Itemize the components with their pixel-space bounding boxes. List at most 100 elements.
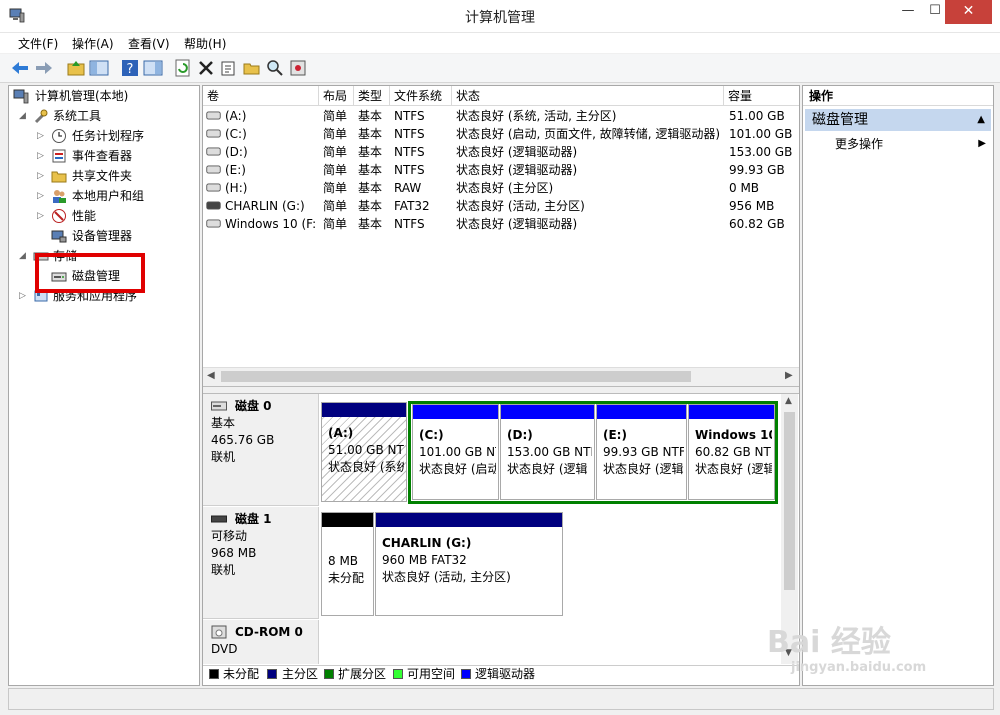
legend-swatch xyxy=(209,669,219,679)
table-row[interactable]: (A:) 简单 基本 NTFS 状态良好 (系统, 活动, 主分区) 51.00 GB xyxy=(203,107,799,125)
volume-drive-icon xyxy=(206,147,221,156)
column-header-status[interactable]: 状态 xyxy=(452,86,724,106)
up-folder-icon[interactable] xyxy=(66,58,86,78)
tree-label: 任务计划程序 xyxy=(72,129,145,143)
collapse-arrow-icon[interactable]: ◢ xyxy=(19,107,29,125)
watermark: Bai 经验 jingyan.baidu.com xyxy=(767,626,987,686)
table-row[interactable]: (C:) 简单 基本 NTFS 状态良好 (启动, 页面文件, 故障转储, 逻辑驱动器)… xyxy=(203,125,799,143)
disk-management-pane: 卷 布局 类型 文件系统 状态 容量 (A:) 简单 基本 NTFS 状态良好 (系统,… xyxy=(202,85,800,686)
partition-a[interactable]: (A:) 51.00 GB NTFS 状态良好 (系统 xyxy=(321,402,407,502)
disk-map: 磁盘 0 基本 465.76 GB 联机 (A:) 51.00 GB NTFS … xyxy=(203,394,781,664)
status-bar xyxy=(8,688,994,710)
disk-1-label[interactable]: 磁盘 1 可移动 968 MB 联机 xyxy=(203,507,319,619)
highlight-annotation xyxy=(35,253,145,293)
table-cell-status: 状态良好 (主分区) xyxy=(456,181,554,195)
disk-0-label[interactable]: 磁盘 0 基本 465.76 GB 联机 xyxy=(203,394,319,506)
expand-arrow-icon[interactable]: ▷ xyxy=(37,127,47,145)
partition-f-text: Windows 10 60.82 GB NTFS 状态良好 (逻辑 xyxy=(695,427,772,478)
navigation-tree: 计算机管理(本地) ◢ 系统工具 ▷ 任务计划程序 ▷ 事件查看器 ▷ 共享文件… xyxy=(8,85,200,686)
scrollbar-thumb[interactable] xyxy=(221,371,691,382)
search-icon[interactable] xyxy=(265,58,285,78)
partition-status: 状态良好 (逻辑 xyxy=(695,462,772,476)
table-cell-volume: (H:) xyxy=(225,181,248,195)
menu-file[interactable]: 文件(F) xyxy=(18,35,58,52)
column-header-volume[interactable]: 卷 xyxy=(203,86,319,106)
scroll-right-icon[interactable]: ▶ xyxy=(785,370,793,381)
settings-icon[interactable] xyxy=(288,58,308,78)
volume-drive-icon xyxy=(206,165,221,174)
scroll-up-icon[interactable]: ▲ xyxy=(785,396,792,406)
table-cell-type: 基本 xyxy=(358,163,383,177)
partition-name: (A:) xyxy=(328,426,354,440)
actions-section-disk-management[interactable]: 磁盘管理 ▲ xyxy=(805,109,991,131)
scroll-left-icon[interactable]: ◀ xyxy=(207,370,215,381)
close-button[interactable]: ✕ xyxy=(945,0,992,24)
partition-e[interactable]: (E:) 99.93 GB NTFS 状态良好 (逻辑 xyxy=(596,404,687,500)
vertical-scrollbar[interactable]: ▲ ▼ xyxy=(781,394,798,664)
logical-drive-bar xyxy=(413,405,498,419)
table-cell-layout: 简单 xyxy=(323,163,348,177)
volume-drive-icon xyxy=(206,201,221,210)
table-row[interactable]: CHARLIN (G:) 简单 基本 FAT32 状态良好 (活动, 主分区) 956 M… xyxy=(203,197,799,215)
table-row[interactable]: (E:) 简单 基本 NTFS 状态良好 (逻辑驱动器) 99.93 GB xyxy=(203,161,799,179)
delete-icon[interactable] xyxy=(196,58,216,78)
table-cell-capacity: 99.93 GB xyxy=(729,163,785,177)
help-icon[interactable]: ? xyxy=(120,58,140,78)
table-cell-fs: FAT32 xyxy=(394,199,430,213)
open-folder-icon[interactable] xyxy=(242,58,262,78)
column-header-layout[interactable]: 布局 xyxy=(319,86,354,106)
column-header-type[interactable]: 类型 xyxy=(354,86,390,106)
column-header-filesystem[interactable]: 文件系统 xyxy=(390,86,452,106)
legend-label: 可用空间 xyxy=(407,667,456,681)
expand-arrow-icon[interactable]: ▷ xyxy=(37,187,47,205)
partition-f[interactable]: Windows 10 60.82 GB NTFS 状态良好 (逻辑 xyxy=(688,404,775,500)
menu-view[interactable]: 查看(V) xyxy=(128,35,170,52)
collapse-section-icon[interactable]: ▲ xyxy=(977,109,985,131)
table-cell-capacity: 101.00 GB xyxy=(729,127,793,141)
legend-swatch xyxy=(393,669,403,679)
partition-unallocated[interactable]: 8 MB 未分配 xyxy=(321,512,374,616)
removable-disk-icon xyxy=(211,515,227,523)
table-row[interactable]: (D:) 简单 基本 NTFS 状态良好 (逻辑驱动器) 153.00 GB xyxy=(203,143,799,161)
minimize-button[interactable]: — xyxy=(893,0,923,24)
forward-arrow-icon[interactable] xyxy=(34,58,54,78)
expand-arrow-icon[interactable]: ▷ xyxy=(19,287,29,305)
refresh-icon[interactable] xyxy=(173,58,193,78)
table-cell-capacity: 51.00 GB xyxy=(729,109,785,123)
expand-arrow-icon[interactable]: ▷ xyxy=(37,167,47,185)
column-header-capacity[interactable]: 容量 xyxy=(724,86,799,106)
partition-c[interactable]: (C:) 101.00 GB NTFS 状态良好 (启动 xyxy=(412,404,499,500)
disk-kind: 可移动 xyxy=(211,529,248,543)
back-arrow-icon[interactable] xyxy=(10,58,30,78)
table-row[interactable]: Windows 10 (F:) 简单 基本 NTFS 状态良好 (逻辑驱动器) 60.82… xyxy=(203,215,799,233)
table-cell-status: 状态良好 (系统, 活动, 主分区) xyxy=(456,109,617,123)
menu-action[interactable]: 操作(A) xyxy=(72,35,114,52)
expand-arrow-icon[interactable]: ▷ xyxy=(37,147,47,165)
partition-d[interactable]: (D:) 153.00 GB NTFS 状态良好 (逻辑 xyxy=(500,404,595,500)
show-action-pane-icon[interactable] xyxy=(143,58,163,78)
horizontal-scrollbar[interactable]: ◀ ▶ xyxy=(203,367,799,386)
partition-e-text: (E:) 99.93 GB NTFS 状态良好 (逻辑 xyxy=(603,427,684,478)
expand-arrow-icon[interactable]: ▷ xyxy=(37,207,47,225)
table-row[interactable]: (H:) 简单 基本 RAW 状态良好 (主分区) 0 MB xyxy=(203,179,799,197)
cdrom-0-label[interactable]: CD-ROM 0 DVD xyxy=(203,620,319,664)
table-cell-status: 状态良好 (逻辑驱动器) xyxy=(456,145,578,159)
scrollbar-thumb[interactable] xyxy=(784,412,795,590)
partition-g[interactable]: CHARLIN (G:) 960 MB FAT32 状态良好 (活动, 主分区) xyxy=(375,512,563,616)
collapse-arrow-icon[interactable]: ◢ xyxy=(19,247,29,265)
partition-d-text: (D:) 153.00 GB NTFS 状态良好 (逻辑 xyxy=(507,427,592,478)
disk-state: 联机 xyxy=(211,450,236,464)
show-hide-tree-icon[interactable] xyxy=(89,58,109,78)
table-cell-fs: NTFS xyxy=(394,145,425,159)
properties-icon[interactable] xyxy=(219,58,239,78)
disk-size: 968 MB xyxy=(211,546,257,560)
pane-splitter[interactable] xyxy=(203,386,799,394)
partition-status: 状态良好 (逻辑 xyxy=(603,462,684,476)
menu-help[interactable]: 帮助(H) xyxy=(184,35,226,52)
partition-status: 状态良好 (活动, 主分区) xyxy=(382,570,511,584)
more-actions-item[interactable]: 更多操作 ▶ xyxy=(835,135,990,153)
disk-state: 联机 xyxy=(211,563,236,577)
legend-swatch xyxy=(461,669,471,679)
table-cell-capacity: 0 MB xyxy=(729,181,760,195)
tree-label: 设备管理器 xyxy=(72,229,133,243)
